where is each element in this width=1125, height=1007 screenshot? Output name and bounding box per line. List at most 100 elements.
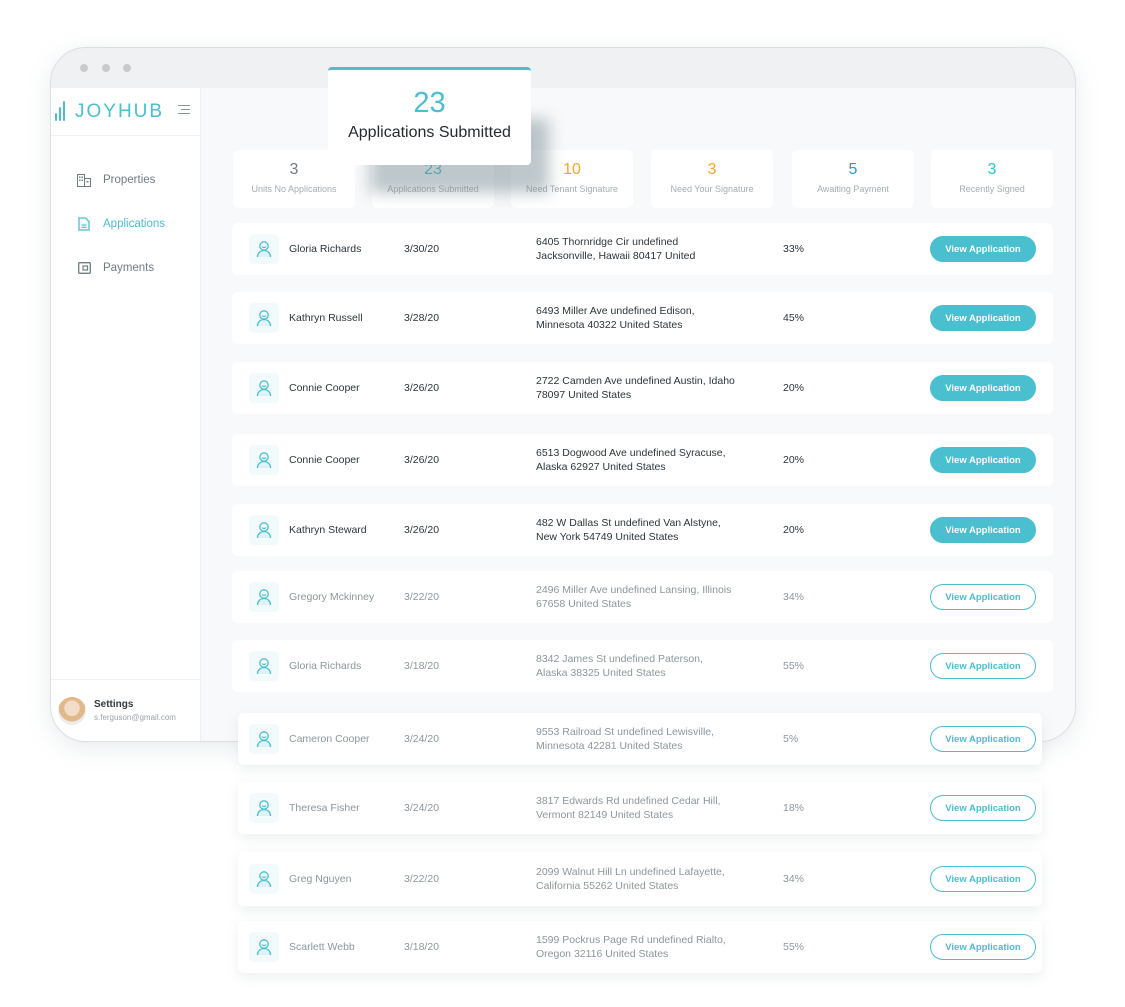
sidebar-item-label: Applications xyxy=(103,218,166,230)
user-settings[interactable]: Settings s.ferguson@gmail.com xyxy=(51,679,201,741)
date-submitted: 3/28/20 xyxy=(404,312,440,324)
table-row[interactable]: Kathryn Steward 3/26/20 482 W Dallas St un… xyxy=(232,504,1053,556)
stat-label: Need Your Signature xyxy=(670,184,754,194)
view-application-button[interactable]: View Application xyxy=(930,934,1036,960)
sidebar-item-properties[interactable]: Properties xyxy=(51,158,201,202)
table-row[interactable]: Greg Nguyen 3/22/20 2099 Walnut Hill Ln un… xyxy=(238,852,1042,906)
table-row[interactable]: Scarlett Webb 3/18/20 1599 Pockrus Page Rd… xyxy=(238,921,1042,973)
applicant-name[interactable]: Gloria Richards xyxy=(289,660,361,672)
applicant-name[interactable]: Scarlett Webb xyxy=(289,941,355,953)
window-minimize-button[interactable] xyxy=(102,64,110,72)
date-submitted: 3/18/20 xyxy=(404,660,440,672)
window-close-button[interactable] xyxy=(80,64,88,72)
rent-to-income: 34% xyxy=(783,591,805,603)
rent-to-income: 20% xyxy=(783,454,805,466)
person-icon xyxy=(249,234,279,264)
applications-submitted-popover[interactable]: 23 Applications Submitted xyxy=(328,67,531,165)
view-application-button[interactable]: View Application xyxy=(930,584,1036,610)
stat-label: Applications Submitted xyxy=(387,184,479,194)
applicant-name[interactable]: Cameron Cooper xyxy=(289,733,370,745)
document-icon xyxy=(77,217,91,231)
person-icon xyxy=(249,932,279,962)
rent-to-income: 34% xyxy=(783,873,805,885)
table-row[interactable]: Connie Cooper 3/26/20 2722 Camden Ave unde… xyxy=(232,362,1053,414)
table-row[interactable]: Cameron Cooper 3/24/20 9553 Railroad St un… xyxy=(238,713,1042,765)
menu-toggle-icon[interactable] xyxy=(178,105,190,117)
view-application-button[interactable]: View Application xyxy=(930,236,1036,262)
stat-card-recently-signed[interactable]: 3 Recently Signed xyxy=(931,150,1053,208)
applicant-name[interactable]: Kathryn Russell xyxy=(289,312,363,324)
date-submitted: 3/18/20 xyxy=(404,941,440,953)
address-line-1: 6493 Miller Ave undefined Edison, xyxy=(536,305,695,317)
rent-to-income: 45% xyxy=(783,312,805,324)
applicant-name[interactable]: Connie Cooper xyxy=(289,382,360,394)
view-application-button[interactable]: View Application xyxy=(930,726,1036,752)
applicant-name[interactable]: Greg Nguyen xyxy=(289,873,351,885)
address-line-1: 482 W Dallas St undefined Van Alstyne, xyxy=(536,517,721,529)
address-line-1: 3817 Edwards Rd undefined Cedar Hill, xyxy=(536,795,721,807)
stat-label: Units No Applications xyxy=(251,184,337,194)
table-row[interactable]: Gloria Richards 3/18/20 8342 James St unde… xyxy=(232,640,1053,692)
address: 2722 Camden Ave undefined Austin, Idaho … xyxy=(536,374,736,402)
address: 1599 Pockrus Page Rd undefined Rialto, O… xyxy=(536,933,736,961)
view-application-button[interactable]: View Application xyxy=(930,305,1036,331)
sidebar: JOYHUB Properties Applications Payments … xyxy=(51,88,201,741)
brand-name: JOYHUB xyxy=(75,100,165,122)
rent-to-income: 33% xyxy=(783,243,805,255)
address-line-2: Vermont 82149 United States xyxy=(536,809,674,821)
applicant-name[interactable]: Kathryn Steward xyxy=(289,524,367,536)
table-row[interactable]: Gregory Mckinney 3/22/20 2496 Miller Ave u… xyxy=(232,571,1053,623)
building-icon xyxy=(77,173,91,187)
brand: JOYHUB xyxy=(51,88,200,136)
sidebar-item-payments[interactable]: Payments xyxy=(51,246,201,290)
address-line-1: 6513 Dogwood Ave undefined xyxy=(536,447,676,459)
stat-card-awaiting-payment[interactable]: 5 Awaiting Payment xyxy=(792,150,914,208)
person-icon xyxy=(249,373,279,403)
joyhub-logo-icon xyxy=(55,100,69,123)
address-line-2: Alaska 38325 United States xyxy=(536,667,666,679)
applicant-name[interactable]: Gregory Mckinney xyxy=(289,591,374,603)
user-email: s.ferguson@gmail.com xyxy=(94,713,176,722)
person-icon xyxy=(249,724,279,754)
date-submitted: 3/30/20 xyxy=(404,243,440,255)
table-row[interactable]: Theresa Fisher 3/24/20 3817 Edwards Rd und… xyxy=(238,782,1042,834)
table-row[interactable]: Gloria Richards 3/30/20 6405 Thornridge Ci… xyxy=(232,223,1053,275)
rent-to-income: 55% xyxy=(783,941,805,953)
applicant-name[interactable]: Gloria Richards xyxy=(289,243,361,255)
applicant-name[interactable]: Connie Cooper xyxy=(289,454,360,466)
person-icon xyxy=(249,582,279,612)
address: 6405 Thornridge Cir undefined Jacksonvil… xyxy=(536,235,736,263)
address: 2496 Miller Ave undefined Lansing, Illin… xyxy=(536,583,736,611)
wallet-icon xyxy=(77,261,91,275)
table-row[interactable]: Connie Cooper 3/26/20 6513 Dogwood Ave und… xyxy=(232,434,1053,486)
person-icon xyxy=(249,651,279,681)
address-line-1: 8342 James St undefined Paterson, xyxy=(536,653,703,665)
view-application-button[interactable]: View Application xyxy=(930,375,1036,401)
avatar xyxy=(58,696,86,725)
window-maximize-button[interactable] xyxy=(123,64,131,72)
rent-to-income: 20% xyxy=(783,524,805,536)
view-application-button[interactable]: View Application xyxy=(930,795,1036,821)
address-line-2: Jacksonville, Hawaii 80417 United xyxy=(536,250,696,262)
address-line-2: Oregon 32116 United States xyxy=(536,948,669,960)
view-application-button[interactable]: View Application xyxy=(930,653,1036,679)
view-application-button[interactable]: View Application xyxy=(930,447,1036,473)
table-row[interactable]: Kathryn Russell 3/28/20 6493 Miller Ave un… xyxy=(232,292,1053,344)
stat-card-need-your-signature[interactable]: 3 Need Your Signature xyxy=(651,150,773,208)
popover-value: 23 xyxy=(413,87,446,119)
address-line-1: 2496 Miller Ave undefined Lansing, xyxy=(536,584,700,596)
view-application-button[interactable]: View Application xyxy=(930,517,1036,543)
settings-label: Settings xyxy=(94,699,134,710)
applicant-name[interactable]: Theresa Fisher xyxy=(289,802,360,814)
view-application-button[interactable]: View Application xyxy=(930,866,1036,892)
person-icon xyxy=(249,515,279,545)
address-line-2: Minnesota 42281 United States xyxy=(536,740,683,752)
address: 3817 Edwards Rd undefined Cedar Hill, Ve… xyxy=(536,794,736,822)
address-line-1: 1599 Pockrus Page Rd undefined Rialto, xyxy=(536,934,726,946)
sidebar-nav: Properties Applications Payments xyxy=(51,158,201,290)
address-line-1: 9553 Railroad St undefined Lewisville, xyxy=(536,726,715,738)
address: 482 W Dallas St undefined Van Alstyne, N… xyxy=(536,516,736,544)
stat-label: Awaiting Payment xyxy=(817,184,889,194)
stat-label: Need Tenant Signature xyxy=(526,184,618,194)
date-submitted: 3/22/20 xyxy=(404,591,440,603)
